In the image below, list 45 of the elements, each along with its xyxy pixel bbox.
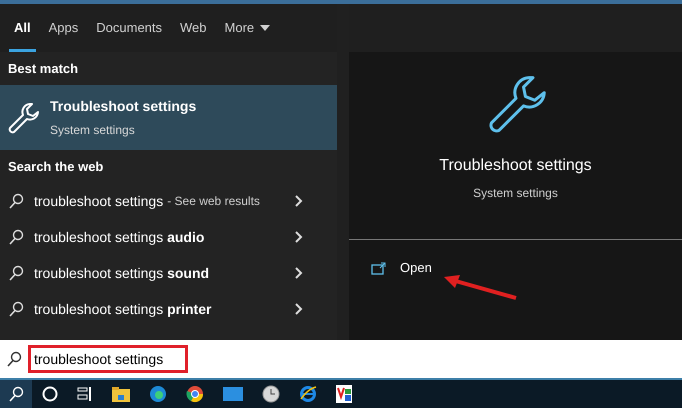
- search-icon: [6, 351, 22, 367]
- chevron-right-icon: [295, 231, 303, 243]
- task-view-icon[interactable]: [77, 386, 93, 402]
- result-note: - See web results: [167, 193, 260, 210]
- open-action[interactable]: Open: [371, 254, 660, 282]
- search-icon: [8, 301, 24, 317]
- best-match-item[interactable]: Troubleshoot settings System settings: [0, 85, 337, 150]
- search-icon: [8, 386, 24, 402]
- search-icon: [8, 193, 24, 209]
- tab[interactable]: All: [6, 4, 39, 52]
- result-text: troubleshoot settings: [34, 192, 164, 211]
- folder-icon[interactable]: [112, 386, 130, 402]
- preview-title: Troubleshoot settings: [439, 156, 592, 176]
- result-subtitle: System settings: [50, 122, 136, 139]
- app-icon[interactable]: [336, 385, 352, 403]
- clock-icon[interactable]: [262, 385, 280, 403]
- result-text: troubleshoot settings audio: [34, 228, 204, 247]
- circle-icon[interactable]: [42, 386, 58, 402]
- section-heading: Best match: [8, 60, 78, 78]
- tab[interactable]: More: [216, 4, 278, 52]
- browser-icon[interactable]: [186, 385, 204, 403]
- start-search-button[interactable]: [0, 380, 32, 408]
- web-result-item[interactable]: troubleshoot settings - See web results: [0, 183, 337, 219]
- search-icon: [8, 229, 24, 245]
- web-result-item[interactable]: troubleshoot settings audio: [0, 219, 337, 255]
- result-text: troubleshoot settings sound: [34, 264, 210, 283]
- tab[interactable]: Web: [172, 4, 215, 52]
- open-window-icon: [371, 262, 386, 274]
- ie-icon[interactable]: [299, 385, 317, 403]
- chevron-right-icon: [295, 267, 303, 279]
- section-heading: Search the web: [8, 158, 104, 176]
- chevron-right-icon: [295, 303, 303, 315]
- browser-icon[interactable]: [149, 385, 167, 403]
- result-title: Troubleshoot settings: [50, 97, 196, 116]
- chevron-right-icon: [295, 195, 303, 207]
- web-result-item[interactable]: troubleshoot settings printer: [0, 291, 337, 327]
- web-result-item[interactable]: troubleshoot settings sound: [0, 255, 337, 291]
- tab[interactable]: Apps: [40, 4, 86, 52]
- search-icon: [8, 265, 24, 281]
- result-text: troubleshoot settings printer: [34, 300, 212, 319]
- tab[interactable]: Documents: [88, 4, 170, 52]
- tab-indicator: [9, 49, 36, 52]
- preview-subtitle: System settings: [473, 185, 558, 202]
- search-field[interactable]: troubleshoot settings: [28, 345, 188, 373]
- wrench-icon: [6, 100, 40, 134]
